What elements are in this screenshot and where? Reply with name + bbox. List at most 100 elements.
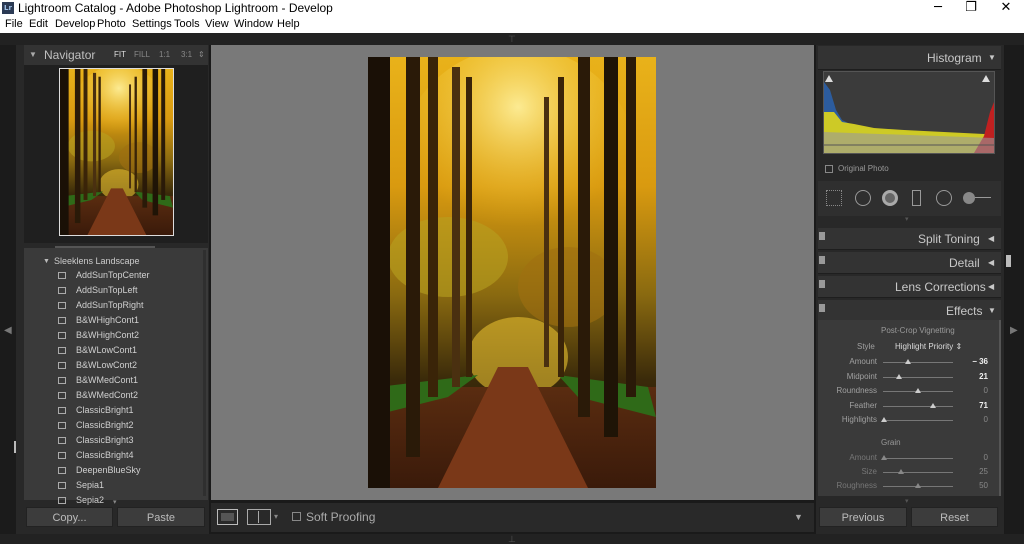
vignette-section-title: Post-Crop Vignetting [881,326,955,335]
slider-value[interactable]: 0 [960,386,988,395]
collapse-right-arrow-icon[interactable]: ▶ [1010,325,1018,336]
zoom-1-1[interactable]: 1:1 [159,50,170,59]
lens-corrections-expand-icon[interactable]: ◀ [988,282,994,291]
toolbar-options-dropdown-icon[interactable]: ▼ [794,512,803,522]
bottom-panel-toggle-icon[interactable]: ⊥ [508,535,516,544]
preset-icon [58,482,66,489]
top-panel-strip[interactable]: ⊤ [0,33,1024,45]
view-mode-dropdown-icon[interactable]: ▾ [274,512,278,521]
preset-item-label: B&WLowCont1 [76,345,138,355]
menu-edit[interactable]: Edit [29,18,48,30]
paste-button[interactable]: Paste [117,507,205,527]
slider-track[interactable] [883,458,953,459]
slider-label: Roughness [836,481,877,490]
menu-tools[interactable]: Tools [174,18,200,30]
detail-toggle[interactable] [819,256,825,264]
slider-track[interactable] [883,405,953,407]
adjustment-brush-icon[interactable] [963,190,991,206]
close-button[interactable]: ✕ [990,0,1022,16]
original-photo-checkbox[interactable] [825,165,833,173]
left-panel-edge[interactable]: ◀ [0,45,19,534]
zoom-fill[interactable]: FILL [134,50,150,59]
presets-scrollbar-track[interactable] [203,250,206,496]
preset-icon [58,392,66,399]
bottom-panel-strip[interactable]: ⊥ [0,534,1024,544]
menu-photo[interactable]: Photo [97,18,126,30]
slider-value[interactable]: − 36 [960,357,988,366]
navigator-collapse-icon[interactable]: ▼ [29,50,37,59]
slider-track[interactable] [883,376,953,378]
navigator-thumbnail-image [60,69,173,235]
effects-collapse-icon[interactable]: ▼ [988,306,996,315]
menu-develop[interactable]: Develop [55,18,95,30]
effects-toggle[interactable] [819,304,825,312]
copy-button[interactable]: Copy... [26,507,113,527]
detail-expand-icon[interactable]: ◀ [988,258,994,267]
menu-file[interactable]: File [5,18,23,30]
right-panel-scrollbar[interactable] [999,320,1001,496]
slider-thumb[interactable] [930,402,936,408]
preset-icon [58,377,66,384]
zoom-3-1[interactable]: 3:1 [181,50,192,59]
slider-value[interactable]: 21 [960,372,988,381]
slider-thumb[interactable] [915,388,921,393]
previous-button[interactable]: Previous [819,507,907,527]
main-photo[interactable] [368,57,656,488]
reset-button[interactable]: Reset [911,507,998,527]
slider-thumb[interactable] [881,455,887,460]
collapse-left-arrow-icon[interactable]: ◀ [4,325,12,336]
slider-value[interactable]: 0 [960,453,988,462]
navigator-thumbnail[interactable] [59,68,174,236]
radial-filter-icon[interactable] [936,190,952,206]
menu-window[interactable]: Window [234,18,273,30]
before-after-view-icon[interactable] [247,509,271,525]
tools-strip-expand-icon[interactable]: ▾ [905,215,909,223]
zoom-fit[interactable]: FIT [114,50,126,59]
slider-value[interactable]: 50 [960,481,988,490]
graduated-filter-icon[interactable] [912,190,921,206]
slider-value[interactable]: 25 [960,467,988,476]
top-panel-toggle-icon[interactable]: ⊤ [508,35,516,44]
slider-thumb[interactable] [896,373,902,379]
lens-corrections-title: Lens Corrections [895,280,986,294]
slider-thumb[interactable] [881,417,887,422]
lens-corrections-toggle[interactable] [819,280,825,288]
histogram-graph[interactable] [823,71,995,154]
slider-thumb[interactable] [915,483,921,488]
crop-tool-icon[interactable] [826,190,842,206]
minimize-button[interactable]: ─ [922,0,954,16]
slider-value[interactable]: 71 [960,401,988,410]
slider-track[interactable] [883,362,953,363]
spot-removal-icon[interactable] [855,190,871,206]
preset-item-label: Sepia2 [76,495,105,505]
slider-track[interactable] [883,420,953,421]
presets-top-divider [55,246,155,248]
red-eye-icon[interactable] [882,190,898,206]
histogram-collapse-icon[interactable]: ▼ [988,53,996,62]
menu-settings[interactable]: Settings [132,18,172,30]
right-panel-edge[interactable]: ▶ [1005,45,1021,534]
vignette-style-dropdown[interactable]: Highlight Priority ⇕ [895,342,962,351]
develop-tools-strip [818,181,1001,216]
right-edge-scroll-thumb[interactable] [1006,255,1011,267]
preset-item-label: AddSunTopCenter [76,270,150,280]
slider-value[interactable]: 0 [960,415,988,424]
right-panel-scroll-down-icon[interactable]: ▾ [905,497,909,505]
presets-scroll-down-icon[interactable]: ▾ [113,498,117,506]
slider-track[interactable] [883,472,953,473]
slider-thumb[interactable] [898,469,904,474]
slider-thumb[interactable] [905,359,911,364]
navigator-title: Navigator [44,48,96,62]
loupe-view-icon[interactable] [217,509,238,525]
menu-view[interactable]: View [205,18,229,30]
preset-item-label: B&WHighCont1 [76,315,140,325]
slider-label: Midpoint [846,371,877,381]
preset-folder-expand-icon[interactable]: ▼ [43,258,50,265]
restore-button[interactable]: ❐ [955,0,987,16]
soft-proofing-checkbox[interactable] [292,512,301,521]
split-toning-expand-icon[interactable]: ◀ [988,234,994,243]
split-toning-toggle[interactable] [819,232,825,240]
preset-folder-name[interactable]: Sleeklens Landscape [54,256,140,266]
menu-help[interactable]: Help [277,18,300,30]
zoom-spin-icon[interactable]: ⇕ [198,50,205,59]
